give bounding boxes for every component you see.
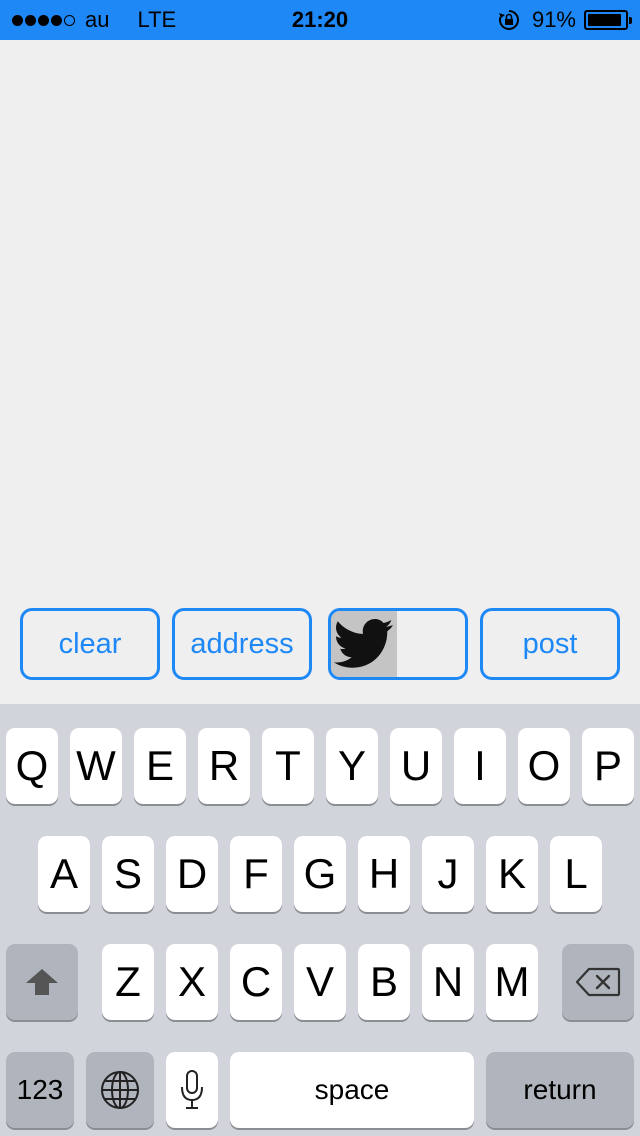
signal-dot	[12, 14, 23, 26]
battery-percent: 91%	[531, 7, 576, 32]
rotation-lock-icon	[498, 10, 519, 30]
key-a[interactable]: A	[38, 836, 90, 912]
key-h[interactable]: H	[358, 836, 410, 912]
shift-arrow-icon	[26, 969, 58, 995]
key-g[interactable]: G	[294, 836, 346, 912]
key-z[interactable]: Z	[102, 944, 154, 1020]
keyboard: Q W E R T Y U I O P A S D F G H J K L Z …	[0, 704, 640, 1136]
mic-key[interactable]	[166, 1052, 218, 1128]
status-right: 91%	[498, 0, 632, 40]
key-t[interactable]: T	[262, 728, 314, 804]
network-type: LTE	[137, 7, 177, 32]
text-input-area[interactable]	[0, 40, 640, 600]
key-l[interactable]: L	[550, 836, 602, 912]
backspace-icon	[575, 967, 621, 997]
shift-key[interactable]	[6, 944, 78, 1020]
carrier-name: au	[85, 7, 110, 32]
clear-button[interactable]: clear	[20, 608, 160, 680]
twitter-button[interactable]	[328, 608, 468, 680]
key-k[interactable]: K	[486, 836, 538, 912]
signal-dot	[64, 14, 75, 26]
status-bar: au LTE 21:20 91%	[0, 0, 640, 40]
post-button[interactable]: post	[480, 608, 620, 680]
key-f[interactable]: F	[230, 836, 282, 912]
key-y[interactable]: Y	[326, 728, 378, 804]
return-key[interactable]: return	[486, 1052, 634, 1128]
key-c[interactable]: C	[230, 944, 282, 1020]
space-key[interactable]: space	[230, 1052, 474, 1128]
numbers-key[interactable]: 123	[6, 1052, 74, 1128]
key-o[interactable]: O	[518, 728, 570, 804]
signal-strength-icon	[12, 14, 77, 26]
signal-dot	[51, 14, 62, 26]
key-v[interactable]: V	[294, 944, 346, 1020]
battery-icon	[584, 10, 632, 30]
key-u[interactable]: U	[390, 728, 442, 804]
key-n[interactable]: N	[422, 944, 474, 1020]
key-r[interactable]: R	[198, 728, 250, 804]
delete-key[interactable]	[562, 944, 634, 1020]
address-button[interactable]: address	[172, 608, 312, 680]
globe-icon	[101, 1071, 139, 1109]
twitter-bird-icon	[334, 619, 393, 668]
key-d[interactable]: D	[166, 836, 218, 912]
microphone-icon	[181, 1070, 203, 1109]
signal-dot	[25, 14, 36, 26]
key-m[interactable]: M	[486, 944, 538, 1020]
key-b[interactable]: B	[358, 944, 410, 1020]
key-p[interactable]: P	[582, 728, 634, 804]
battery-fill	[588, 14, 621, 26]
key-j[interactable]: J	[422, 836, 474, 912]
key-e[interactable]: E	[134, 728, 186, 804]
status-left: au LTE	[12, 0, 176, 40]
key-q[interactable]: Q	[6, 728, 58, 804]
key-w[interactable]: W	[70, 728, 122, 804]
key-s[interactable]: S	[102, 836, 154, 912]
key-x[interactable]: X	[166, 944, 218, 1020]
signal-dot	[38, 14, 49, 26]
globe-key[interactable]	[86, 1052, 154, 1128]
key-i[interactable]: I	[454, 728, 506, 804]
twitter-thumb	[331, 611, 397, 677]
